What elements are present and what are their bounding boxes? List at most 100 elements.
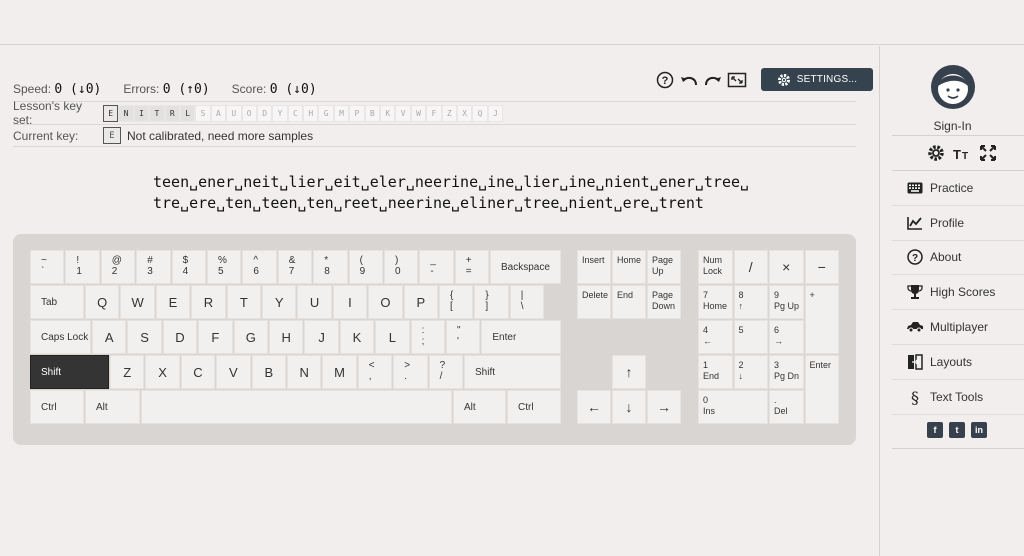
numpad-multiply-key[interactable]: × [769,250,804,284]
key-q[interactable]: Q [85,285,120,319]
numpad-key[interactable]: 5 [733,320,768,354]
key[interactable]: + = [454,250,490,284]
key-b[interactable]: B [251,355,286,389]
sidebar-item-about[interactable]: ? About [892,241,1024,276]
right-shift-key[interactable]: Shift [464,355,561,389]
key[interactable]: ) 0 [384,250,419,284]
key-w[interactable]: W [120,285,155,319]
arrow-up-key[interactable]: ↑ [612,355,646,389]
key[interactable]: {[ [439,285,474,319]
fullscreen-icon[interactable] [727,70,747,90]
key-a[interactable]: A [92,320,127,354]
nav-key[interactable]: Home [612,250,646,284]
key-i[interactable]: I [332,285,368,319]
key[interactable]: _ - [419,250,454,284]
numpad-0-key[interactable]: 0 Ins [698,390,768,424]
key-x[interactable]: X [145,355,180,389]
numpad-key[interactable]: 1 End [698,355,733,389]
space-key[interactable] [141,390,452,424]
numpad-enter-key[interactable]: Enter [804,355,839,424]
key-y[interactable]: Y [262,285,297,319]
key-n[interactable]: N [287,355,322,389]
key-g[interactable]: G [233,320,268,354]
key-p[interactable]: P [403,285,438,319]
key[interactable]: & 7 [277,250,313,284]
nav-key[interactable]: Insert [577,250,611,284]
key-l[interactable]: L [375,320,410,354]
arrow-left-key[interactable]: ← [577,390,611,424]
key-e[interactable]: E [155,285,191,319]
numpad-key[interactable]: 6 → [769,320,804,354]
tab-key[interactable]: Tab [30,285,84,319]
settings-button[interactable]: SETTINGS... [761,68,873,91]
key-f[interactable]: F [198,320,233,354]
expand-icon[interactable] [979,144,997,162]
key[interactable]: * 8 [313,250,348,284]
left-ctrl-key[interactable]: Ctrl [30,390,84,424]
key[interactable]: #3 [136,250,171,284]
gear-icon[interactable] [927,144,945,162]
lesson-text[interactable]: teen␣ener␣neit␣lier␣eit␣eler␣neerine␣ine… [153,172,749,214]
key[interactable]: " ' [446,320,481,354]
key-d[interactable]: D [162,320,198,354]
sign-in[interactable]: Sign-In [880,64,1024,133]
key-k[interactable]: K [339,320,375,354]
enter-key[interactable]: Enter [481,320,561,354]
numpad-divide-key[interactable]: / [733,250,768,284]
facebook-icon[interactable]: f [927,422,943,438]
numpad-add-key[interactable]: + [804,285,839,354]
backspace-key[interactable]: Backspace [490,250,561,284]
arrow-right-key[interactable]: → [647,390,681,424]
linkedin-icon[interactable]: in [971,422,987,438]
key[interactable]: (9 [348,250,383,284]
key[interactable]: ! 1 [65,250,100,284]
sidebar-item-multiplayer[interactable]: Multiplayer [892,310,1024,345]
nav-key[interactable]: Page Up [647,250,681,284]
key[interactable]: ? / [428,355,463,389]
key-u[interactable]: U [297,285,332,319]
nav-key[interactable]: Page Down [647,285,681,319]
key-o[interactable]: O [368,285,403,319]
nav-key[interactable]: Delete [577,285,611,319]
text-size-icon[interactable]: TT [953,144,971,162]
undo-icon[interactable] [679,70,699,90]
right-alt-key[interactable]: Alt [453,390,506,424]
key-v[interactable]: V [216,355,251,389]
redo-icon[interactable] [703,70,723,90]
key[interactable]: $4 [171,250,206,284]
numpad-key[interactable]: 7 Home [698,285,733,319]
key[interactable]: ^ 6 [242,250,277,284]
key[interactable]: % 5 [207,250,242,284]
key-j[interactable]: J [304,320,339,354]
key-z[interactable]: Z [110,355,145,389]
numpad-key[interactable]: 8 ↑ [733,285,768,319]
caps-lock-key[interactable]: Caps Lock [30,320,91,354]
key[interactable]: ~ ` [30,250,65,284]
key[interactable]: @2 [100,250,136,284]
twitter-icon[interactable]: t [949,422,965,438]
key-r[interactable]: R [191,285,226,319]
key[interactable]: | \ [509,285,545,319]
key[interactable]: }] [474,285,509,319]
sidebar-item-high-scores[interactable]: High Scores [892,275,1024,311]
left-shift-key[interactable]: Shift [30,355,109,389]
key-h[interactable]: H [269,320,304,354]
help-icon[interactable]: ? [655,70,675,90]
key-t[interactable]: T [226,285,261,319]
key-s[interactable]: S [127,320,162,354]
numpad-key[interactable]: 3 Pg Dn [769,355,804,389]
sidebar-item-text-tools[interactable]: § Text Tools [892,380,1024,415]
numpad-key[interactable]: 4 ← [698,320,733,354]
numpad-dot-key[interactable]: . Del [769,390,804,424]
nav-key[interactable]: End [612,285,646,319]
key[interactable]: :; [410,320,445,354]
key-c[interactable]: C [180,355,216,389]
sidebar-item-layouts[interactable]: Layouts [892,345,1024,380]
numpad-key[interactable]: 9 Pg Up [769,285,804,319]
arrow-down-key[interactable]: ↓ [612,390,646,424]
key[interactable]: <, [357,355,393,389]
sidebar-item-profile[interactable]: Profile [892,206,1024,241]
left-alt-key[interactable]: Alt [85,390,140,424]
numpad-subtract-key[interactable]: − [804,250,839,284]
numpad-key[interactable]: 2 ↓ [733,355,768,389]
